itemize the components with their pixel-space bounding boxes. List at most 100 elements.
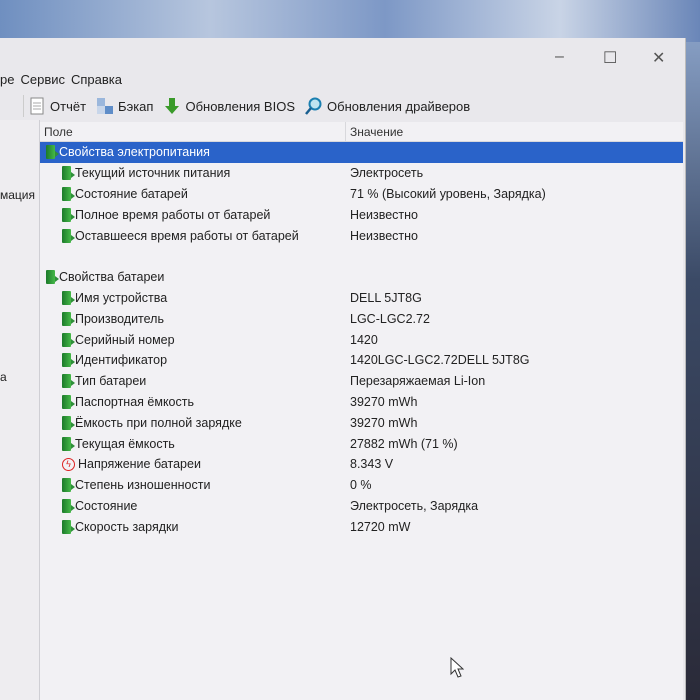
battery-icon [62, 436, 75, 451]
column-header-value[interactable]: Значение [346, 122, 407, 141]
bios-update-button[interactable]: Обновления BIOS [163, 97, 295, 115]
field-name: Тип батареи [75, 374, 147, 389]
table-row[interactable]: Текущий источник питания Электросеть [40, 163, 683, 184]
column-header-field[interactable]: Поле [40, 122, 346, 141]
table-row[interactable]: ϟ Напряжение батареи 8.343 V [40, 454, 683, 475]
field-name: Текущая ёмкость [75, 436, 175, 451]
menu-item-favorites[interactable]: ре [0, 72, 14, 87]
field-name: Производитель [75, 311, 164, 326]
field-name: Состояние [75, 498, 138, 513]
field-name: Идентификатор [75, 353, 168, 368]
battery-icon [62, 228, 75, 243]
table-row[interactable]: Состояние Электросеть, Зарядка [40, 496, 683, 517]
table-row[interactable]: Состояние батарей 71 % (Высокий уровень, … [40, 184, 683, 205]
field-name: Напряжение батареи [78, 457, 201, 472]
table-row[interactable]: Ёмкость при полной зарядке 39270 mWh [40, 412, 683, 433]
field-value: Электросеть, Зарядка [350, 498, 479, 513]
table-row[interactable]: Тип батареи Перезаряжаемая Li-Ion [40, 371, 683, 392]
navigation-tree[interactable]: мация а [0, 120, 40, 700]
battery-icon [62, 207, 75, 222]
backup-label: Бэкап [118, 98, 154, 114]
minimize-button[interactable]: – [555, 48, 564, 66]
field-value: Неизвестно [350, 228, 418, 243]
menu-item-service[interactable]: Сервис [20, 72, 65, 87]
table-header: Поле Значение [40, 122, 683, 142]
table-row[interactable]: Степень изношенности 0 % [40, 475, 683, 496]
group-header[interactable]: Свойства батареи [40, 267, 683, 288]
field-name: Текущий источник питания [75, 166, 231, 181]
toolbar-separator [0, 95, 24, 117]
field-name: Имя устройства [75, 290, 168, 305]
battery-icon [62, 519, 75, 534]
battery-icon [62, 290, 75, 305]
field-value: 39270 mWh [350, 394, 418, 409]
driver-update-label: Обновления драйверов [327, 98, 471, 114]
field-value: 71 % (Высокий уровень, Зарядка) [350, 186, 546, 201]
battery-icon [62, 415, 75, 430]
table-row[interactable]: Полное время работы от батарей Неизвестно [40, 204, 683, 225]
tree-item[interactable]: мация [0, 188, 35, 202]
table-body: Свойства электропитания Текущий источник … [40, 142, 683, 537]
magnifier-icon [305, 97, 322, 115]
field-value: 39270 mWh [350, 415, 418, 430]
menu-item-help[interactable]: Справка [71, 72, 122, 87]
voltage-icon: ϟ [62, 457, 75, 471]
table-row[interactable]: Скорость зарядки 12720 mW [40, 516, 683, 537]
battery-icon [62, 166, 75, 181]
backup-button[interactable]: Бэкап [96, 97, 153, 115]
table-row[interactable]: Оставшееся время работы от батарей Неизве… [40, 225, 683, 246]
field-name: Полное время работы от батарей [75, 207, 271, 222]
menu-bar: ре Сервис Справка [0, 72, 122, 87]
report-label: Отчёт [50, 98, 87, 114]
table-row[interactable]: Серийный номер 1420 [40, 329, 683, 350]
field-value: 12720 mW [350, 519, 411, 534]
battery-icon [62, 498, 75, 513]
table-row[interactable]: Имя устройства DELL 5JT8G [40, 288, 683, 309]
table-row[interactable]: Паспортная ёмкость 39270 mWh [40, 392, 683, 413]
field-name: Скорость зарядки [75, 519, 179, 534]
maximize-button[interactable]: ☐ [603, 48, 617, 68]
field-name: Серийный номер [75, 332, 175, 347]
download-arrow-icon [165, 98, 180, 114]
document-icon [30, 97, 44, 115]
field-value: Электросеть [350, 166, 424, 181]
field-value: 1420 [350, 332, 378, 347]
field-value: 1420LGC-LGC2.72DELL 5JT8G [350, 353, 530, 368]
group-title: Свойства батареи [59, 270, 165, 285]
report-button[interactable]: Отчёт [28, 97, 86, 115]
close-button[interactable]: ✕ [652, 48, 665, 68]
battery-icon [62, 394, 75, 409]
properties-table: Поле Значение Свойства электропитания Тек… [40, 122, 683, 700]
field-name: Степень изношенности [75, 478, 211, 493]
bios-update-label: Обновления BIOS [185, 98, 296, 114]
battery-icon [62, 311, 75, 326]
field-value: 0 % [350, 478, 372, 493]
field-value: Перезаряжаемая Li-Ion [350, 374, 486, 389]
battery-icon [62, 478, 75, 493]
field-name: Состояние батарей [75, 186, 188, 201]
battery-icon [46, 145, 59, 160]
desktop-background [0, 0, 700, 42]
mouse-cursor-icon [450, 657, 464, 678]
field-value: Неизвестно [350, 207, 418, 222]
battery-icon [62, 374, 75, 389]
driver-update-button[interactable]: Обновления драйверов [305, 97, 470, 115]
table-row[interactable]: Текущая ёмкость 27882 mWh (71 %) [40, 433, 683, 454]
field-value: 27882 mWh (71 %) [350, 436, 458, 451]
battery-icon [62, 332, 75, 347]
group-title: Свойства электропитания [59, 145, 210, 160]
table-row[interactable]: Производитель LGC-LGC2.72 [40, 308, 683, 329]
battery-icon [46, 270, 59, 285]
field-value: DELL 5JT8G [350, 290, 422, 305]
group-header[interactable]: Свойства электропитания [40, 142, 683, 163]
tree-item[interactable]: а [0, 370, 7, 384]
battery-icon [62, 353, 75, 368]
field-name: Паспортная ёмкость [75, 394, 195, 409]
battery-icon [62, 186, 75, 201]
backup-icon [97, 98, 114, 114]
toolbar: Отчёт Бэкап Обновления BIOS Обновления д… [0, 93, 685, 119]
field-value: 8.343 V [350, 457, 394, 472]
field-name: Оставшееся время работы от батарей [75, 228, 299, 243]
table-row[interactable]: Идентификатор 1420LGC-LGC2.72DELL 5JT8G [40, 350, 683, 371]
